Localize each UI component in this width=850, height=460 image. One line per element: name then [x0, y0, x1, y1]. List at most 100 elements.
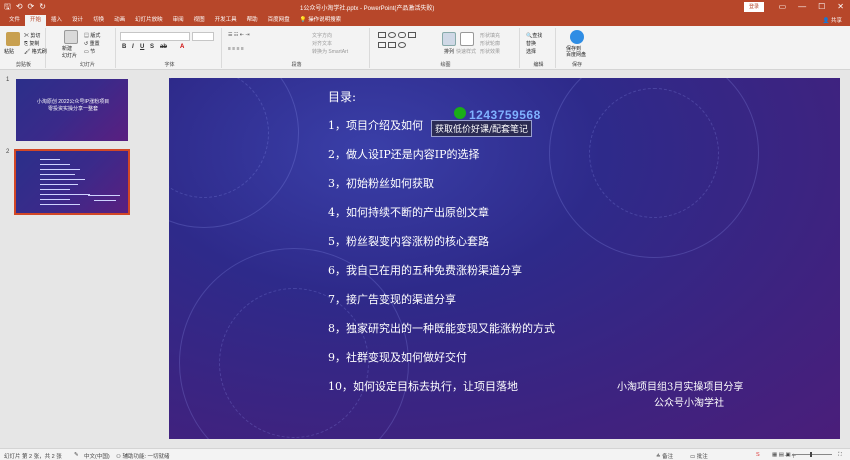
quick-styles-button[interactable]: 快速样式: [456, 48, 476, 55]
slide-footer-line2[interactable]: 公众号小淘学社: [654, 394, 724, 409]
tab-file[interactable]: 文件: [4, 15, 25, 26]
alignment-buttons[interactable]: ≡ ≡ ≡ ≡: [228, 46, 244, 52]
thumb-line: [40, 159, 60, 160]
maximize-button[interactable]: ☐: [818, 1, 825, 13]
thumb-line: [40, 174, 75, 175]
baidu-cloud-icon[interactable]: [570, 30, 584, 44]
toc-item[interactable]: 10，如何设定目标去执行，让项目落地: [328, 378, 518, 394]
font-color-button[interactable]: A: [180, 44, 184, 50]
font-name-combo[interactable]: [120, 32, 190, 41]
proofing-icon[interactable]: ✎: [74, 452, 79, 458]
tab-help[interactable]: 帮助: [242, 15, 263, 26]
tab-home[interactable]: 开始: [25, 15, 47, 26]
repeat-icon[interactable]: ↻: [39, 2, 46, 12]
slide-title[interactable]: 目录:: [328, 88, 356, 105]
format-painter-button[interactable]: 🖌 格式刷: [24, 48, 47, 55]
reset-button[interactable]: ↺ 重置: [84, 40, 100, 47]
paste-button[interactable]: 粘贴: [4, 48, 14, 55]
textbox-shape-icon[interactable]: [408, 32, 416, 38]
zoom-slider[interactable]: [792, 454, 832, 455]
login-button[interactable]: 登录: [744, 2, 764, 12]
toc-item[interactable]: 9，社群变现及如何做好交付: [328, 349, 467, 365]
save-to-baidu-button[interactable]: 保存到 百度网盘: [566, 46, 586, 58]
tab-baidu-netdisk[interactable]: 百度网盘: [263, 15, 295, 26]
section-button[interactable]: ▭ 节: [84, 48, 95, 55]
comments-button[interactable]: ▭ 批注: [690, 452, 708, 460]
sogou-ime-icon[interactable]: S: [756, 452, 760, 458]
editing-group-label: 编辑: [533, 62, 544, 68]
slide-number-2: 2: [6, 149, 10, 155]
slide-thumbnail-2[interactable]: [14, 149, 130, 215]
slide-thumbnail-1[interactable]: 小淘原创 2022公众号IP涨粉项目 零投资实操分享一整套: [16, 79, 128, 141]
find-label: 查找: [532, 33, 543, 39]
tab-developer[interactable]: 开发工具: [210, 15, 242, 26]
new-slide-button[interactable]: 新建 幻灯片: [62, 46, 77, 60]
italic-button[interactable]: I: [132, 44, 134, 50]
line-shape-icon[interactable]: [378, 42, 386, 48]
tab-animations[interactable]: 动画: [109, 15, 130, 26]
bold-button[interactable]: B: [122, 44, 126, 50]
slide-canvas[interactable]: 目录: 1，项目介绍及如何 2，做人设IP还是内容IP的选择 3，初始粉丝如何获…: [169, 78, 840, 439]
tell-me-search[interactable]: 💡 操作说明搜索: [295, 15, 346, 26]
copy-button[interactable]: ⎘ 复制: [24, 40, 39, 47]
cut-button[interactable]: ✂ 剪切: [24, 32, 40, 39]
lightbulb-icon: 💡: [299, 17, 307, 23]
toc-item[interactable]: 8，独家研究出的一种既能变现又能涨粉的方式: [328, 320, 555, 336]
replace-button[interactable]: 替换: [526, 40, 536, 47]
paste-icon[interactable]: [6, 32, 20, 46]
tab-transitions[interactable]: 切换: [88, 15, 109, 26]
toc-item[interactable]: 7，接广告变现的渠道分享: [328, 291, 456, 307]
arrange-button[interactable]: 排列: [444, 48, 454, 55]
tab-slideshow[interactable]: 幻灯片放映: [130, 15, 168, 26]
toc-item[interactable]: 2，做人设IP还是内容IP的选择: [328, 146, 480, 162]
text-direction-button[interactable]: 文字方向: [312, 32, 332, 39]
tab-insert[interactable]: 插入: [46, 15, 67, 26]
new-slide-icon[interactable]: [64, 30, 78, 44]
save-icon[interactable]: 🖫: [4, 2, 11, 12]
toc-item[interactable]: 6，我自己在用的五种免费涨粉渠道分享: [328, 262, 522, 278]
toc-item[interactable]: 3，初始粉丝如何获取: [328, 175, 434, 191]
layout-button[interactable]: ▤ 版式: [84, 32, 100, 39]
rounded-rect-shape-icon[interactable]: [398, 32, 406, 38]
tab-view[interactable]: 视图: [189, 15, 210, 26]
toc-item[interactable]: 5，粉丝裂变内容涨粉的核心套路: [328, 233, 489, 249]
shape-outline-button[interactable]: 形状轮廓: [480, 40, 500, 47]
align-text-button[interactable]: 对齐文本: [312, 40, 332, 47]
redo-icon[interactable]: ⟳: [28, 2, 35, 12]
font-size-combo[interactable]: [192, 32, 214, 41]
ribbon-display-icon[interactable]: ▭: [779, 1, 787, 13]
select-button[interactable]: 选择: [526, 48, 536, 55]
notes-button[interactable]: ≙ 备注: [656, 452, 673, 460]
arrange-icon[interactable]: [442, 32, 456, 46]
tab-review[interactable]: 审阅: [168, 15, 189, 26]
oval-shape-icon[interactable]: [388, 32, 396, 38]
undo-icon[interactable]: ⟲: [16, 2, 23, 12]
slide-footer-line1[interactable]: 小淘项目组3月实操项目分享: [617, 378, 743, 393]
accessibility-status[interactable]: ⚇ 辅助功能: 一切就绪: [116, 452, 170, 460]
close-button[interactable]: ✕: [837, 1, 844, 13]
underline-button[interactable]: U: [140, 44, 144, 50]
rectangle-shape-icon[interactable]: [378, 32, 386, 38]
find-button[interactable]: 🔍查找: [526, 32, 542, 39]
language-status[interactable]: 中文(中国): [84, 452, 110, 460]
bullets-button[interactable]: ☰ ☷ ⇤ ⇥: [228, 32, 250, 38]
watermark-tag: 获取低价好课/配套笔记: [431, 120, 533, 137]
ribbon: 粘贴 ✂ 剪切 ⎘ 复制 🖌 格式刷 剪贴板 新建 幻灯片 ▤ 版式 ↺ 重置 …: [0, 26, 850, 70]
minimize-button[interactable]: —: [798, 1, 806, 13]
share-button[interactable]: 👤 共享: [823, 16, 842, 24]
decorative-circle: [589, 88, 719, 218]
arrow-shape-icon[interactable]: [388, 42, 396, 48]
smartart-button[interactable]: 转换为 SmartArt: [312, 48, 348, 55]
shape-fill-button[interactable]: 形状填充: [480, 32, 500, 39]
tab-design[interactable]: 设计: [67, 15, 88, 26]
toc-item[interactable]: 1，项目介绍及如何: [328, 117, 423, 133]
circle-shape-icon[interactable]: [398, 42, 406, 48]
shadow-button[interactable]: S: [150, 44, 154, 50]
person-icon: 👤: [822, 18, 830, 24]
quick-styles-icon[interactable]: [460, 32, 474, 46]
strikethrough-button[interactable]: ab: [160, 44, 167, 50]
fit-slide-icon[interactable]: ⛶: [838, 452, 842, 459]
zoom-slider-thumb[interactable]: [810, 452, 812, 457]
shape-effects-button[interactable]: 形状效果: [480, 48, 500, 55]
toc-item[interactable]: 4，如何持续不断的产出原创文章: [328, 204, 489, 220]
